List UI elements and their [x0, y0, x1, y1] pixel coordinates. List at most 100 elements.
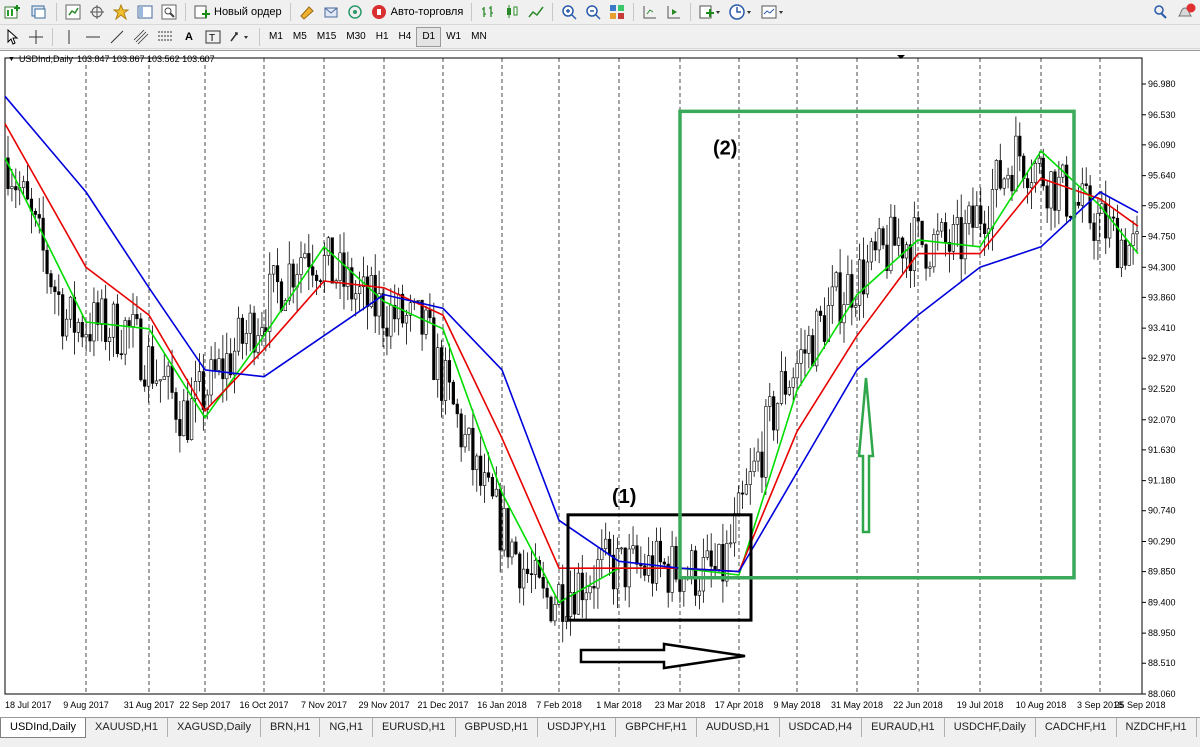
- favorites-icon[interactable]: [111, 2, 131, 22]
- y-tick-label: 88.950: [1148, 628, 1176, 638]
- x-tick-label: 18 Jul 2017: [5, 700, 52, 710]
- bar-chart-icon[interactable]: [478, 2, 498, 22]
- candle-body: [951, 224, 955, 252]
- line-chart-icon[interactable]: [526, 2, 546, 22]
- candle-body: [1135, 231, 1139, 235]
- market-watch-icon[interactable]: [63, 2, 83, 22]
- candle-body: [135, 314, 139, 320]
- chart-tab[interactable]: AUDUSD,H1: [697, 718, 780, 737]
- candle-body: [693, 550, 698, 596]
- tile-windows-icon[interactable]: [607, 2, 627, 22]
- chart-tab[interactable]: CADCHF,H1: [1036, 718, 1117, 737]
- indicators-menu-icon[interactable]: [697, 2, 723, 22]
- candle-body: [311, 266, 315, 276]
- arrows-menu-icon[interactable]: [227, 27, 253, 47]
- zoom-out-icon[interactable]: [583, 2, 603, 22]
- candle-body: [143, 379, 147, 387]
- crosshair-icon[interactable]: [26, 27, 46, 47]
- candle-body: [119, 353, 123, 356]
- timeframe-h4[interactable]: H4: [394, 28, 417, 46]
- chart-tab[interactable]: XAGUSD,Daily: [168, 718, 261, 737]
- search-icon[interactable]: [1150, 2, 1170, 22]
- chart-tabs: USDInd,Daily XAUUSD,H1 XAGUSD,Daily BRN,H1 N…: [0, 717, 1200, 747]
- periods-menu-icon[interactable]: [727, 2, 755, 22]
- candle-body: [342, 252, 346, 287]
- candle-body: [725, 543, 729, 582]
- chart-tab[interactable]: GBPCHF,H1: [616, 718, 697, 737]
- candle-body: [514, 541, 518, 555]
- profiles-icon[interactable]: [28, 2, 50, 22]
- candle-body: [525, 568, 530, 574]
- candle-body: [1018, 135, 1022, 157]
- candle-body: [733, 513, 737, 544]
- navigator-icon[interactable]: [135, 2, 155, 22]
- chart-tab[interactable]: USDInd,Daily: [0, 718, 87, 738]
- new-chart-icon[interactable]: [2, 2, 24, 22]
- trendline-icon[interactable]: [107, 27, 127, 47]
- candle-body: [932, 234, 936, 268]
- candle-body: [799, 349, 803, 364]
- signals-icon[interactable]: [345, 2, 365, 22]
- zoom-in-icon[interactable]: [559, 2, 579, 22]
- chart-tab[interactable]: USDJPY,H1: [538, 718, 617, 737]
- chart-tab[interactable]: GBPUSD,H1: [456, 718, 539, 737]
- autotrading-button[interactable]: Авто-торговля: [369, 2, 466, 22]
- templates-menu-icon[interactable]: [759, 2, 787, 22]
- price-chart[interactable]: 18 Jul 2017 9 Aug 2017 31 Aug 2017 22 Sep 2…: [0, 51, 1200, 718]
- chart-tab[interactable]: USDCAD,H4: [780, 718, 863, 737]
- timeframe-m1[interactable]: M1: [264, 28, 288, 46]
- timeframe-m5[interactable]: M5: [288, 28, 312, 46]
- x-tick-label: 19 Jul 2018: [957, 700, 1004, 710]
- text-label-icon[interactable]: T: [203, 27, 223, 47]
- candle-body: [1006, 174, 1010, 180]
- metaeditor-icon[interactable]: [297, 2, 317, 22]
- mailbox-icon[interactable]: [321, 2, 341, 22]
- chart-tab[interactable]: NZDCHF,H1: [1117, 718, 1197, 737]
- cursor-icon[interactable]: [2, 27, 22, 47]
- candle-body: [748, 471, 752, 485]
- candlestick-icon[interactable]: [502, 2, 522, 22]
- chart-tab[interactable]: NG,H1: [320, 718, 373, 737]
- candle-body: [803, 349, 807, 354]
- chart-tab[interactable]: USDCHF,Daily: [945, 718, 1036, 737]
- chart-shift-icon[interactable]: [640, 2, 660, 22]
- chart-tab[interactable]: BRN,H1: [261, 718, 321, 737]
- crosshair-move-icon[interactable]: [87, 2, 107, 22]
- chart-tab[interactable]: XAUUSD,H1: [86, 718, 168, 737]
- chart-tab[interactable]: EURUSD,H1: [373, 718, 456, 737]
- timeframe-h1[interactable]: H1: [371, 28, 394, 46]
- x-tick-label: 9 Aug 2017: [63, 700, 109, 710]
- candle-body: [479, 455, 483, 486]
- text-tool-icon[interactable]: A: [179, 27, 199, 47]
- candle-body: [924, 244, 928, 269]
- candle-body: [682, 578, 686, 592]
- candle-body: [471, 427, 475, 471]
- candle-body: [338, 252, 342, 281]
- chart-tab[interactable]: EURAUD,H1: [862, 718, 945, 737]
- equidistant-channel-icon[interactable]: [131, 27, 151, 47]
- candle-body: [1053, 171, 1057, 211]
- chart-window[interactable]: 18 Jul 2017 9 Aug 2017 31 Aug 2017 22 Sep 2…: [0, 50, 1200, 718]
- candle-body: [760, 451, 764, 478]
- timeframe-m15[interactable]: M15: [312, 28, 341, 46]
- x-tick-label: 9 May 2018: [773, 700, 820, 710]
- timeframe-d1[interactable]: D1: [416, 26, 442, 47]
- candle-body: [260, 327, 264, 336]
- timeframe-m30[interactable]: M30: [341, 28, 370, 46]
- candle-body: [100, 298, 104, 325]
- timeframe-w1[interactable]: W1: [441, 28, 466, 46]
- autoscroll-icon[interactable]: [664, 2, 684, 22]
- horizontal-line-icon[interactable]: [83, 27, 103, 47]
- candle-body: [322, 255, 327, 282]
- timeframe-mn[interactable]: MN: [466, 28, 492, 46]
- vertical-line-icon[interactable]: [59, 27, 79, 47]
- strategy-tester-icon[interactable]: [159, 2, 179, 22]
- notifications-icon[interactable]: [1174, 2, 1198, 22]
- fibonacci-icon[interactable]: [155, 27, 175, 47]
- candle-body: [670, 546, 674, 593]
- candle-body: [608, 538, 612, 556]
- new-order-button[interactable]: Новый ордер: [192, 2, 284, 22]
- candle-body: [440, 347, 444, 401]
- candle-body: [522, 568, 526, 589]
- candle-body: [572, 592, 577, 615]
